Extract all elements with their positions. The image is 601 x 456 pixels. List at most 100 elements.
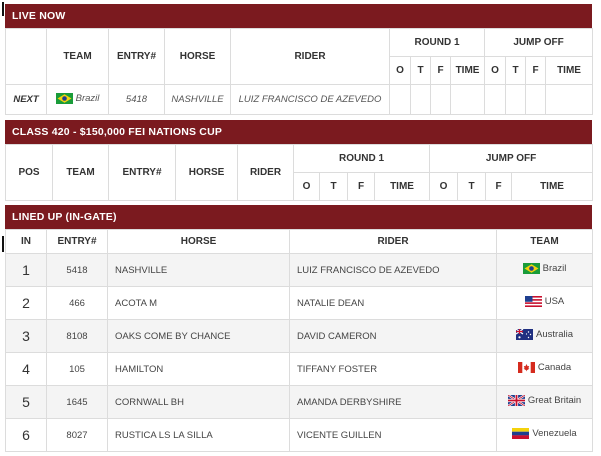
col-round1: ROUND 1 — [292, 144, 431, 173]
row-team: Venezuela — [496, 418, 593, 452]
col-r1-time: TIME — [373, 172, 431, 201]
row-rider: AMANDA DERBYSHIRE — [289, 385, 497, 419]
col-r1-t: T — [319, 172, 348, 201]
row-horse: ACOTA M — [107, 286, 290, 320]
row-team-name: Australia — [536, 329, 573, 340]
row-rider: DAVID CAMERON — [289, 319, 497, 353]
col-r1-f: F — [430, 56, 451, 85]
col-jo-f: F — [485, 172, 513, 201]
col-team: TEAM — [46, 28, 109, 85]
col-pos: POS — [5, 144, 53, 201]
row-in: 3 — [5, 319, 47, 353]
class-420-table: POS TEAM ENTRY# HORSE RIDER ROUND 1 JUMP… — [5, 144, 594, 201]
row-in: 1 — [5, 253, 47, 287]
next-entry: 5418 — [108, 84, 165, 115]
col-r1-o: O — [293, 172, 320, 201]
row-team-name: Great Britain — [527, 395, 582, 406]
row-horse: RUSTICA LS LA SILLA — [107, 418, 290, 452]
col-horse: HORSE — [107, 229, 290, 254]
row-in: 6 — [5, 418, 47, 452]
table-row: 5 1645 CORNWALL BH AMANDA DERBYSHIRE Gre… — [5, 385, 593, 419]
row-team: USA — [496, 286, 593, 320]
col-jo-t: T — [505, 56, 527, 85]
row-horse: NASHVILLE — [107, 253, 290, 287]
row-in: 5 — [5, 385, 47, 419]
row-entry: 1645 — [46, 385, 108, 419]
australia-flag-icon — [516, 329, 534, 340]
next-r1-f — [430, 84, 451, 115]
col-entry: ENTRY# — [108, 144, 176, 201]
col-jumpoff: JUMP OFF — [484, 28, 594, 57]
brazil-flag-icon — [522, 263, 540, 274]
row-rider: TIFFANY FOSTER — [289, 352, 497, 386]
row-in: 4 — [5, 352, 47, 386]
row-team-name: Venezuela — [532, 428, 577, 439]
great-britain-flag-icon — [507, 395, 525, 406]
col-r1-time: TIME — [449, 56, 486, 85]
row-entry: 466 — [46, 286, 108, 320]
next-r1-t — [410, 84, 431, 115]
row-team-name: Canada — [537, 362, 572, 373]
brazil-flag-icon — [55, 92, 73, 104]
col-team: TEAM — [52, 144, 109, 201]
class-420-panel: CLASS 420 - $150,000 FEI NATIONS CUP POS… — [5, 120, 594, 201]
canada-flag-icon — [517, 362, 535, 373]
class-420-header: CLASS 420 - $150,000 FEI NATIONS CUP — [5, 120, 592, 144]
lined-up-panel: LINED UP (IN-GATE) IN ENTRY# HORSE RIDER… — [5, 205, 593, 452]
row-team: Great Britain — [496, 385, 593, 419]
table-row: 1 5418 NASHVILLE LUIZ FRANCISCO DE AZEVE… — [5, 253, 593, 287]
next-row: NEXT Brazil 5418 NASHVILLE LUIZ FRANCISC… — [5, 84, 594, 115]
next-jo-o — [484, 84, 507, 115]
edge-marker-mid — [2, 236, 4, 252]
table-row: 3 8108 OAKS COME BY CHANCE DAVID CAMERON… — [5, 319, 593, 353]
next-team: Brazil — [46, 84, 109, 115]
row-team: Brazil — [496, 253, 593, 287]
row-rider: VICENTE GUILLEN — [289, 418, 497, 452]
col-jo-time: TIME — [545, 56, 594, 85]
row-team-name: Brazil — [542, 263, 567, 274]
col-entry: ENTRY# — [46, 229, 108, 254]
col-blank — [5, 28, 47, 85]
col-jo-time: TIME — [511, 172, 594, 201]
next-r1-time — [449, 84, 486, 115]
live-now-table: TEAM ENTRY# HORSE RIDER ROUND 1 JUMP OFF… — [5, 28, 594, 115]
next-r1-o — [389, 84, 411, 115]
row-team-name: USA — [544, 296, 565, 307]
row-team: Canada — [496, 352, 593, 386]
live-now-header: LIVE NOW — [5, 4, 592, 28]
next-horse: NASHVILLE — [164, 84, 231, 115]
row-horse: OAKS COME BY CHANCE — [107, 319, 290, 353]
col-rider: RIDER — [230, 28, 390, 85]
lined-up-table: IN ENTRY# HORSE RIDER TEAM 1 5418 NASHVI… — [5, 229, 593, 452]
live-now-panel: LIVE NOW TEAM ENTRY# HORSE RIDER ROUND 1… — [5, 4, 594, 115]
next-jo-t — [505, 84, 527, 115]
row-entry: 8108 — [46, 319, 108, 353]
col-in: IN — [5, 229, 47, 254]
next-label: NEXT — [5, 84, 47, 115]
col-horse: HORSE — [164, 28, 231, 85]
row-entry: 8027 — [46, 418, 108, 452]
table-row: 6 8027 RUSTICA LS LA SILLA VICENTE GUILL… — [5, 418, 593, 452]
col-jo-o: O — [484, 56, 507, 85]
row-rider: NATALIE DEAN — [289, 286, 497, 320]
row-in: 2 — [5, 286, 47, 320]
row-rider: LUIZ FRANCISCO DE AZEVEDO — [289, 253, 497, 287]
col-team: TEAM — [496, 229, 593, 254]
row-horse: HAMILTON — [107, 352, 290, 386]
usa-flag-icon — [524, 296, 542, 307]
col-jo-o: O — [429, 172, 459, 201]
row-entry: 105 — [46, 352, 108, 386]
edge-marker-top — [2, 2, 4, 16]
table-row: 4 105 HAMILTON TIFFANY FOSTER Canada — [5, 352, 593, 386]
col-rider: RIDER — [237, 144, 294, 201]
next-rider: LUIZ FRANCISCO DE AZEVEDO — [230, 84, 390, 115]
col-rider: RIDER — [289, 229, 497, 254]
col-round1: ROUND 1 — [388, 28, 486, 57]
row-horse: CORNWALL BH — [107, 385, 290, 419]
row-team: Australia — [496, 319, 593, 353]
lined-up-header: LINED UP (IN-GATE) — [5, 205, 592, 229]
row-entry: 5418 — [46, 253, 108, 287]
col-horse: HORSE — [175, 144, 238, 201]
col-r1-f: F — [347, 172, 375, 201]
col-jo-t: T — [457, 172, 487, 201]
